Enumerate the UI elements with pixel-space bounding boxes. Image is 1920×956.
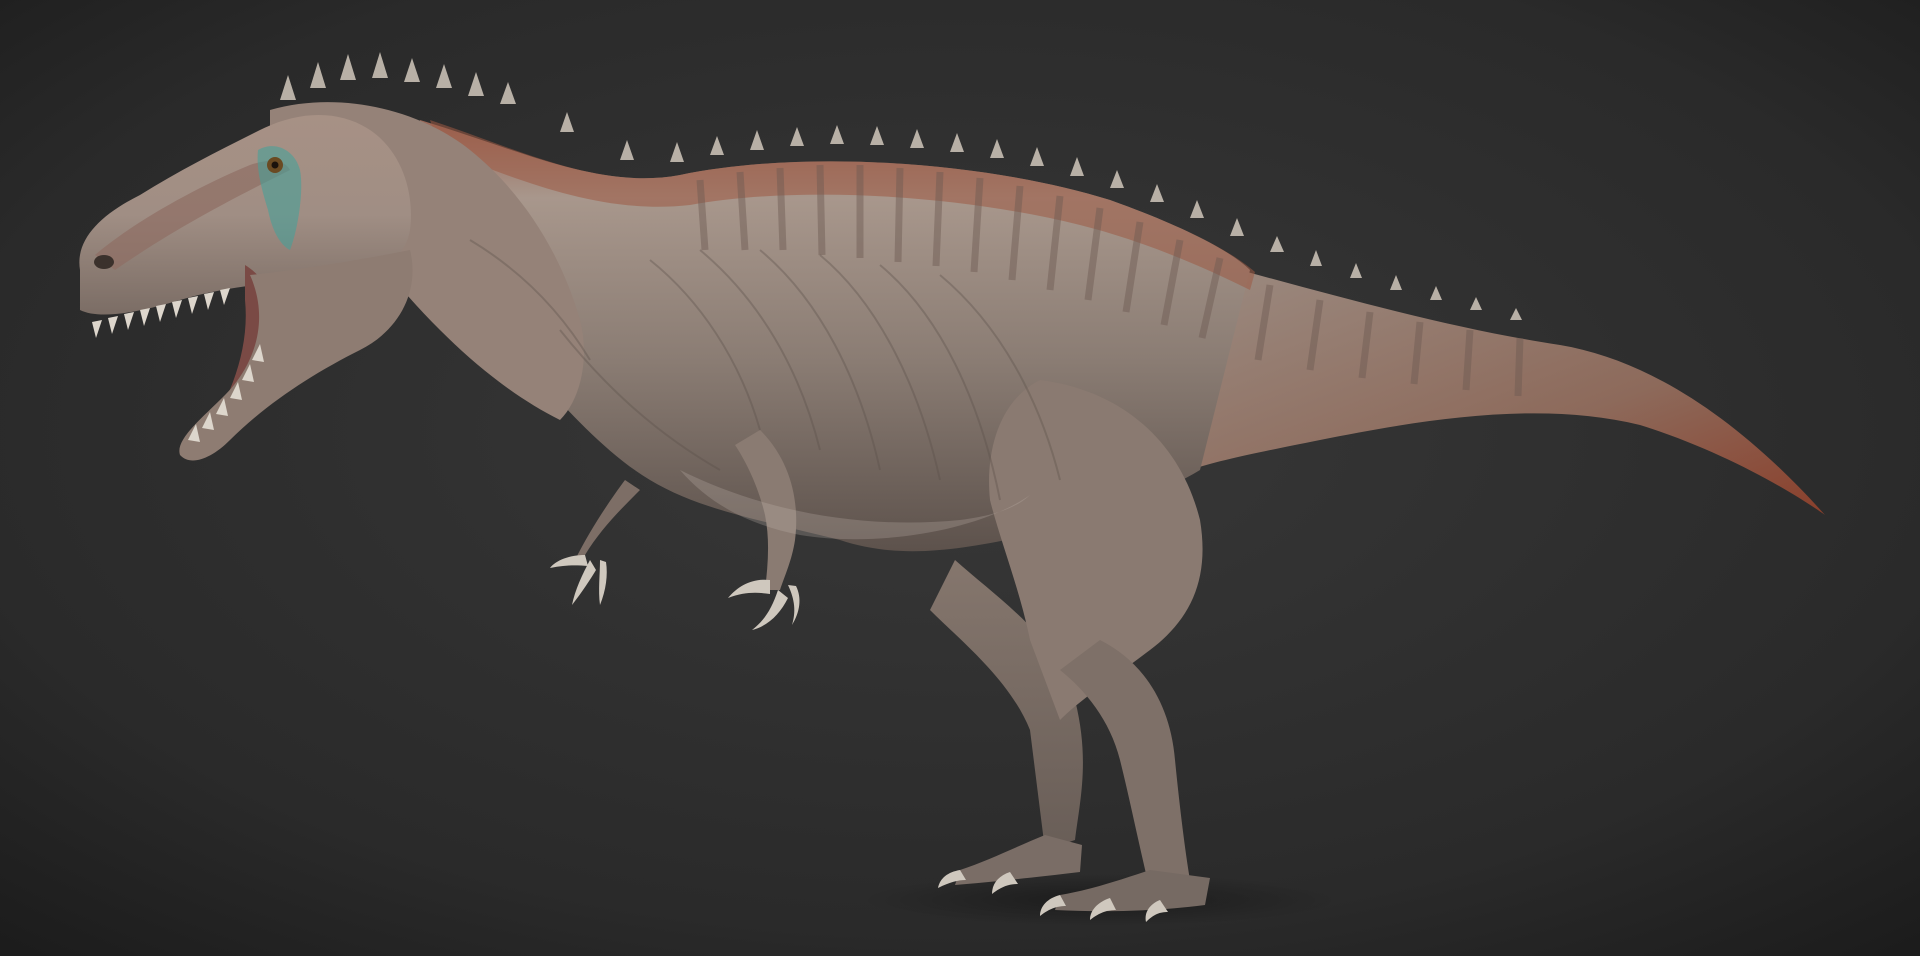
- render-viewport: [0, 0, 1920, 956]
- eye-pupil: [271, 161, 279, 169]
- nostril: [94, 255, 114, 269]
- render-canvas: [0, 0, 1920, 956]
